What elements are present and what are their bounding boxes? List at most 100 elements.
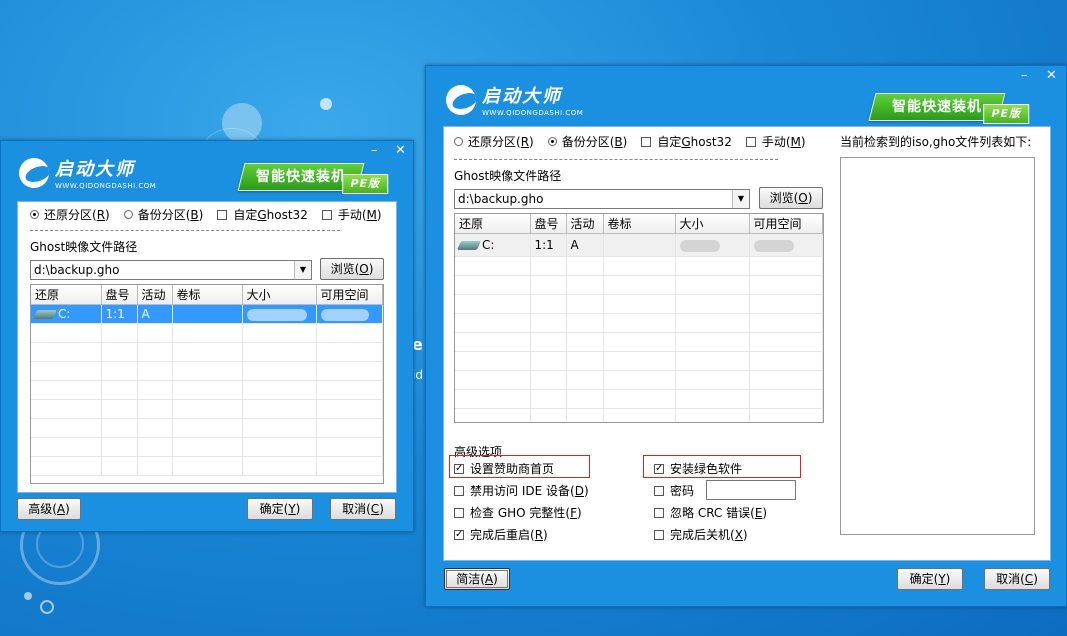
advanced-button[interactable]: 高级(A) — [17, 498, 81, 520]
checkbox-icon — [654, 529, 664, 540]
close-button[interactable]: ✕ — [1046, 69, 1057, 82]
table-row[interactable]: C: 1:1 A — [31, 304, 383, 324]
logo-icon — [446, 84, 476, 115]
quick-install-badge: 智能快速装机 PE版 — [237, 163, 389, 194]
redacted-value — [679, 239, 720, 252]
checkbox-icon — [745, 136, 756, 147]
col-active[interactable]: 活动 — [137, 285, 173, 305]
restore-window: 启动大师 WWW.QIDONGDASHI.COM 智能快速装机 PE版 – ✕ … — [0, 140, 414, 532]
separator — [454, 159, 778, 160]
size-cell — [242, 304, 317, 324]
brand-site: WWW.QIDONGDASHI.COM — [55, 182, 157, 190]
checkbox-icon — [641, 136, 652, 147]
reboot-after-checkbox[interactable]: ✓ 完成后重启(R) — [454, 526, 548, 543]
password-checkbox[interactable]: 密码 — [654, 482, 694, 499]
radio-icon — [547, 137, 557, 146]
custom-ghost32-checkbox[interactable]: 自定 Ghost32 — [641, 133, 732, 150]
install-green-software-checkbox[interactable]: ✓ 安装绿色软件 — [654, 460, 742, 477]
hard-drive-icon — [456, 241, 482, 250]
image-path-value: d:\backup.gho — [34, 263, 120, 277]
ok-button[interactable]: 确定(Y) — [247, 498, 313, 520]
restore-partition-radio[interactable]: 还原分区(R) — [30, 206, 110, 223]
pe-badge: PE版 — [342, 174, 389, 194]
check-icon: ✓ — [454, 462, 464, 474]
close-button[interactable]: ✕ — [395, 144, 406, 157]
table-header: 还原 盘号 活动 卷标 大小 可用空间 — [31, 285, 383, 305]
backup-partition-radio[interactable]: 备份分区(B) — [123, 206, 203, 223]
ignore-crc-checkbox[interactable]: 忽略 CRC 错误(E) — [654, 504, 767, 521]
redacted-value — [246, 308, 307, 321]
checkbox-icon — [454, 507, 464, 518]
checkbox-icon — [321, 209, 332, 220]
quick-install-badge: 智能快速装机 PE版 — [868, 93, 1030, 124]
free-cell — [316, 304, 383, 324]
dropdown-arrow-icon[interactable]: ▼ — [732, 190, 749, 208]
col-label[interactable]: 卷标 — [603, 214, 676, 234]
simple-button[interactable]: 简洁(A) — [444, 568, 510, 590]
brand-name: 启动大师 — [55, 159, 135, 180]
path-label: Ghost映像文件路径 — [30, 240, 138, 254]
custom-ghost32-checkbox[interactable]: 自定 Ghost32 — [217, 206, 308, 223]
checkbox-icon — [217, 209, 228, 220]
file-list-title: 当前检索到的iso,gho文件列表如下: — [840, 135, 1032, 149]
redacted-value — [320, 308, 369, 321]
col-disk[interactable]: 盘号 — [101, 285, 138, 305]
backup-partition-radio[interactable]: 备份分区(B) — [547, 133, 627, 150]
image-path-combo[interactable]: d:\backup.gho ▼ — [30, 260, 312, 280]
brand-name: 启动大师 — [482, 86, 562, 107]
ok-button[interactable]: 确定(Y) — [897, 568, 963, 590]
image-path-value: d:\backup.gho — [458, 192, 544, 206]
file-list[interactable] — [840, 157, 1035, 535]
check-icon: ✓ — [654, 462, 664, 474]
bg-bubble — [24, 592, 32, 600]
radio-icon — [454, 137, 463, 146]
restore-partition-radio[interactable]: 还原分区(R) — [454, 133, 534, 150]
radio-icon — [123, 210, 133, 219]
bg-bubble — [40, 600, 54, 614]
password-input[interactable] — [706, 480, 796, 500]
minimize-button[interactable]: – — [1021, 69, 1028, 82]
free-cell — [749, 233, 823, 257]
brand-logo: 启动大师 WWW.QIDONGDASHI.COM — [446, 82, 583, 117]
cancel-button[interactable]: 取消(C) — [330, 498, 396, 520]
checkbox-icon — [654, 485, 664, 496]
partition-table[interactable]: 还原 盘号 活动 卷标 大小 可用空间 C: 1:1 A — [454, 213, 824, 423]
shutdown-after-checkbox[interactable]: 完成后关机(X) — [654, 526, 748, 543]
checkbox-icon — [654, 507, 664, 518]
col-restore[interactable]: 还原 — [455, 214, 531, 234]
col-active[interactable]: 活动 — [566, 214, 604, 234]
browse-button[interactable]: 浏览(O) — [759, 187, 823, 209]
hard-drive-icon — [32, 310, 58, 319]
brand-site: WWW.QIDONGDASHI.COM — [482, 109, 584, 117]
sponsor-homepage-checkbox[interactable]: ✓ 设置赞助商首页 — [454, 460, 554, 477]
table-row[interactable]: C: 1:1 A — [455, 233, 823, 257]
main-panel: 还原分区(R) 备份分区(B) 自定 Ghost32 手动(M) Ghost映像文… — [17, 201, 397, 493]
partition-table[interactable]: 还原 盘号 活动 卷标 大小 可用空间 C: 1:1 A — [30, 284, 384, 484]
pe-badge: PE版 — [983, 104, 1030, 124]
browse-button[interactable]: 浏览(O) — [320, 258, 384, 280]
col-disk[interactable]: 盘号 — [530, 214, 567, 234]
dropdown-arrow-icon[interactable]: ▼ — [294, 261, 311, 279]
col-restore[interactable]: 还原 — [31, 285, 102, 305]
redacted-value — [753, 239, 794, 252]
col-size[interactable]: 大小 — [675, 214, 750, 234]
check-icon: ✓ — [454, 528, 464, 540]
col-free[interactable]: 可用空间 — [316, 285, 383, 305]
backup-window: 启动大师 WWW.QIDONGDASHI.COM 智能快速装机 PE版 – ✕ … — [425, 65, 1067, 607]
col-label[interactable]: 卷标 — [172, 285, 243, 305]
checkbox-icon — [454, 485, 464, 496]
disable-ide-checkbox[interactable]: 禁用访问 IDE 设备(D) — [454, 482, 589, 499]
mode-row: 还原分区(R) 备份分区(B) 自定 Ghost32 手动(M) — [30, 206, 396, 223]
check-gho-checkbox[interactable]: 检查 GHO 完整性(F) — [454, 504, 582, 521]
separator — [30, 230, 340, 231]
size-cell — [675, 233, 750, 257]
col-free[interactable]: 可用空间 — [749, 214, 823, 234]
col-size[interactable]: 大小 — [242, 285, 317, 305]
image-path-combo[interactable]: d:\backup.gho ▼ — [454, 189, 750, 209]
minimize-button[interactable]: – — [371, 144, 378, 157]
manual-checkbox[interactable]: 手动(M) — [321, 206, 382, 223]
table-header: 还原 盘号 活动 卷标 大小 可用空间 — [455, 214, 823, 234]
cancel-button[interactable]: 取消(C) — [984, 568, 1050, 590]
manual-checkbox[interactable]: 手动(M) — [745, 133, 806, 150]
brand-logo: 启动大师 WWW.QIDONGDASHI.COM — [19, 155, 156, 190]
